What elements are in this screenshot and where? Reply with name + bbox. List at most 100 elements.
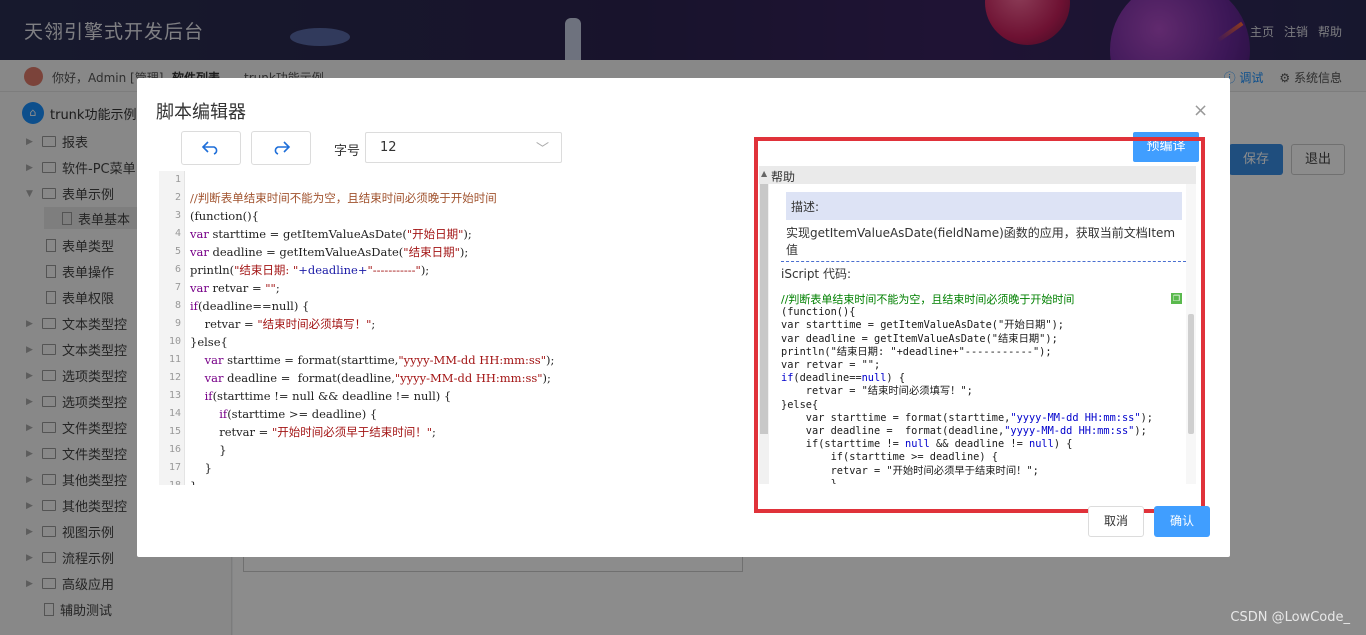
code-token: ); xyxy=(459,245,469,259)
code-line: 17 } xyxy=(159,459,749,477)
line-number: 17 xyxy=(168,462,181,473)
code-line: 12 var deadline = format(deadline,"yyyy-… xyxy=(159,369,749,387)
code-token: ; xyxy=(371,317,376,331)
undo-icon xyxy=(201,141,218,155)
code-token: ); xyxy=(542,371,551,385)
redo-icon xyxy=(274,141,291,155)
code-text: }else{ xyxy=(190,333,228,351)
code-token: starttime = format(starttime, xyxy=(227,353,399,367)
code-line: 1 xyxy=(159,171,749,189)
code-text: var starttime = getItemValueAsDate("开始日期… xyxy=(190,225,472,243)
line-number: 5 xyxy=(174,246,181,257)
line-number: 10 xyxy=(168,336,181,347)
code-line: 7 var retvar = ""; xyxy=(159,279,749,297)
code-token: deadline = format(deadline, xyxy=(227,371,395,385)
code-token: //判断表单结束时间不能为空，且结束时间必须晚于开始时间 xyxy=(190,191,497,205)
font-size-label: 字号 xyxy=(334,144,361,159)
code-token: ; xyxy=(275,281,280,295)
code-token: if xyxy=(190,389,213,403)
code-token: }else{ xyxy=(190,335,228,349)
line-number: 3 xyxy=(174,210,181,221)
code-token: retvar = xyxy=(190,425,272,439)
code-token: retvar = xyxy=(212,281,266,295)
code-line: 14 if(starttime >= deadline) { xyxy=(159,405,749,423)
line-number: 7 xyxy=(174,282,181,293)
code-token: (deadline==null) { xyxy=(197,299,310,313)
code-line: 4 var starttime = getItemValueAsDate("开始日… xyxy=(159,225,749,243)
code-text: if(deadline==null) { xyxy=(190,297,309,315)
code-token: println( xyxy=(190,263,235,277)
code-text: (function(){ xyxy=(190,207,259,225)
code-token: (starttime >= deadline) { xyxy=(227,407,378,421)
line-number: 18 xyxy=(159,477,181,485)
line-number: 11 xyxy=(168,354,181,365)
code-line: 8 if(deadline==null) { xyxy=(159,297,749,315)
line-number: 6 xyxy=(174,264,181,275)
code-text: if(starttime >= deadline) { xyxy=(190,405,377,423)
watermark: CSDN @LowCode_ xyxy=(1230,610,1350,625)
redo-button[interactable] xyxy=(251,131,311,165)
code-line: 3 (function(){ xyxy=(159,207,749,225)
code-line: 18} xyxy=(159,477,749,485)
code-text: var retvar = ""; xyxy=(190,279,280,297)
code-text: var deadline = getItemValueAsDate("结束日期"… xyxy=(190,243,468,261)
code-token: ); xyxy=(463,227,472,241)
code-line: 16 } xyxy=(159,441,749,459)
code-text: var starttime = format(starttime,"yyyy-M… xyxy=(190,351,555,369)
script-editor-dialog: 脚本编辑器 × 字号 12 ﹀ 1 2//判断表单结束时间不能为空，且结束时间必须… xyxy=(137,78,1230,557)
code-token: (function(){ xyxy=(190,209,259,223)
code-text: println("结束日期: "+deadline+"-----------")… xyxy=(190,261,429,279)
code-token: "开始日期" xyxy=(406,227,464,241)
code-token: var xyxy=(190,371,228,385)
code-token: deadline = getItemValueAsDate( xyxy=(212,245,404,259)
code-text: } xyxy=(190,477,197,485)
code-token: starttime = getItemValueAsDate( xyxy=(212,227,407,241)
dialog-title: 脚本编辑器 xyxy=(156,102,246,123)
code-token: } xyxy=(190,479,197,485)
code-text: var deadline = format(deadline,"yyyy-MM-… xyxy=(190,369,551,387)
code-text: } xyxy=(190,441,226,459)
chevron-down-icon: ﹀ xyxy=(535,142,549,157)
line-number: 12 xyxy=(168,372,181,383)
code-line: 2 //判断表单结束时间不能为空，且结束时间必须晚于开始时间 xyxy=(159,189,749,207)
code-token: "yyyy-MM-dd HH:mm:ss" xyxy=(398,353,546,367)
line-number: 2 xyxy=(174,192,181,203)
code-token: var xyxy=(190,227,213,241)
code-token: +deadline+ xyxy=(298,263,368,277)
code-line: 10 }else{ xyxy=(159,333,749,351)
code-token: if xyxy=(190,407,228,421)
line-number: 9 xyxy=(174,318,181,329)
code-token: var xyxy=(190,353,228,367)
code-line: 13 if(starttime != null && deadline != n… xyxy=(159,387,749,405)
code-token: retvar = xyxy=(190,317,258,331)
help-panel xyxy=(754,137,1205,513)
code-token: var xyxy=(190,245,213,259)
code-token: ); xyxy=(420,263,430,277)
line-number: 15 xyxy=(168,426,181,437)
close-icon[interactable]: × xyxy=(1193,100,1208,121)
cancel-button[interactable]: 取消 xyxy=(1088,506,1144,537)
line-number: 13 xyxy=(168,390,181,401)
code-token: "结束日期: " xyxy=(234,263,299,277)
code-text: //判断表单结束时间不能为空，且结束时间必须晚于开始时间 xyxy=(190,189,497,207)
code-token: if xyxy=(190,299,198,313)
code-line: 15 retvar = "开始时间必须早于结束时间！"; xyxy=(159,423,749,441)
font-size-select[interactable]: 12 ﹀ xyxy=(365,132,562,163)
code-text: retvar = "结束时间必须填写！"; xyxy=(190,315,376,333)
code-token: "" xyxy=(265,281,276,295)
code-editor[interactable]: 1 2//判断表单结束时间不能为空，且结束时间必须晚于开始时间 3 (function… xyxy=(159,171,749,485)
highlight-frame xyxy=(754,137,1205,513)
code-line: 6 println("结束日期: "+deadline+"-----------"… xyxy=(159,261,749,279)
line-number: 1 xyxy=(174,174,181,185)
code-line: 9 retvar = "结束时间必须填写！"; xyxy=(159,315,749,333)
line-number: 14 xyxy=(168,408,181,419)
confirm-button[interactable]: 确认 xyxy=(1154,506,1210,537)
font-size-value: 12 xyxy=(380,140,397,155)
undo-button[interactable] xyxy=(181,131,241,165)
code-text: if(starttime != null && deadline != null… xyxy=(190,387,452,405)
code-line: 11 var starttime = format(starttime,"yyy… xyxy=(159,351,749,369)
line-number: 8 xyxy=(174,300,181,311)
code-token: (starttime != null && deadline != null) … xyxy=(212,389,452,403)
code-token: "-----------" xyxy=(367,263,421,277)
code-line: 5 var deadline = getItemValueAsDate("结束日期… xyxy=(159,243,749,261)
